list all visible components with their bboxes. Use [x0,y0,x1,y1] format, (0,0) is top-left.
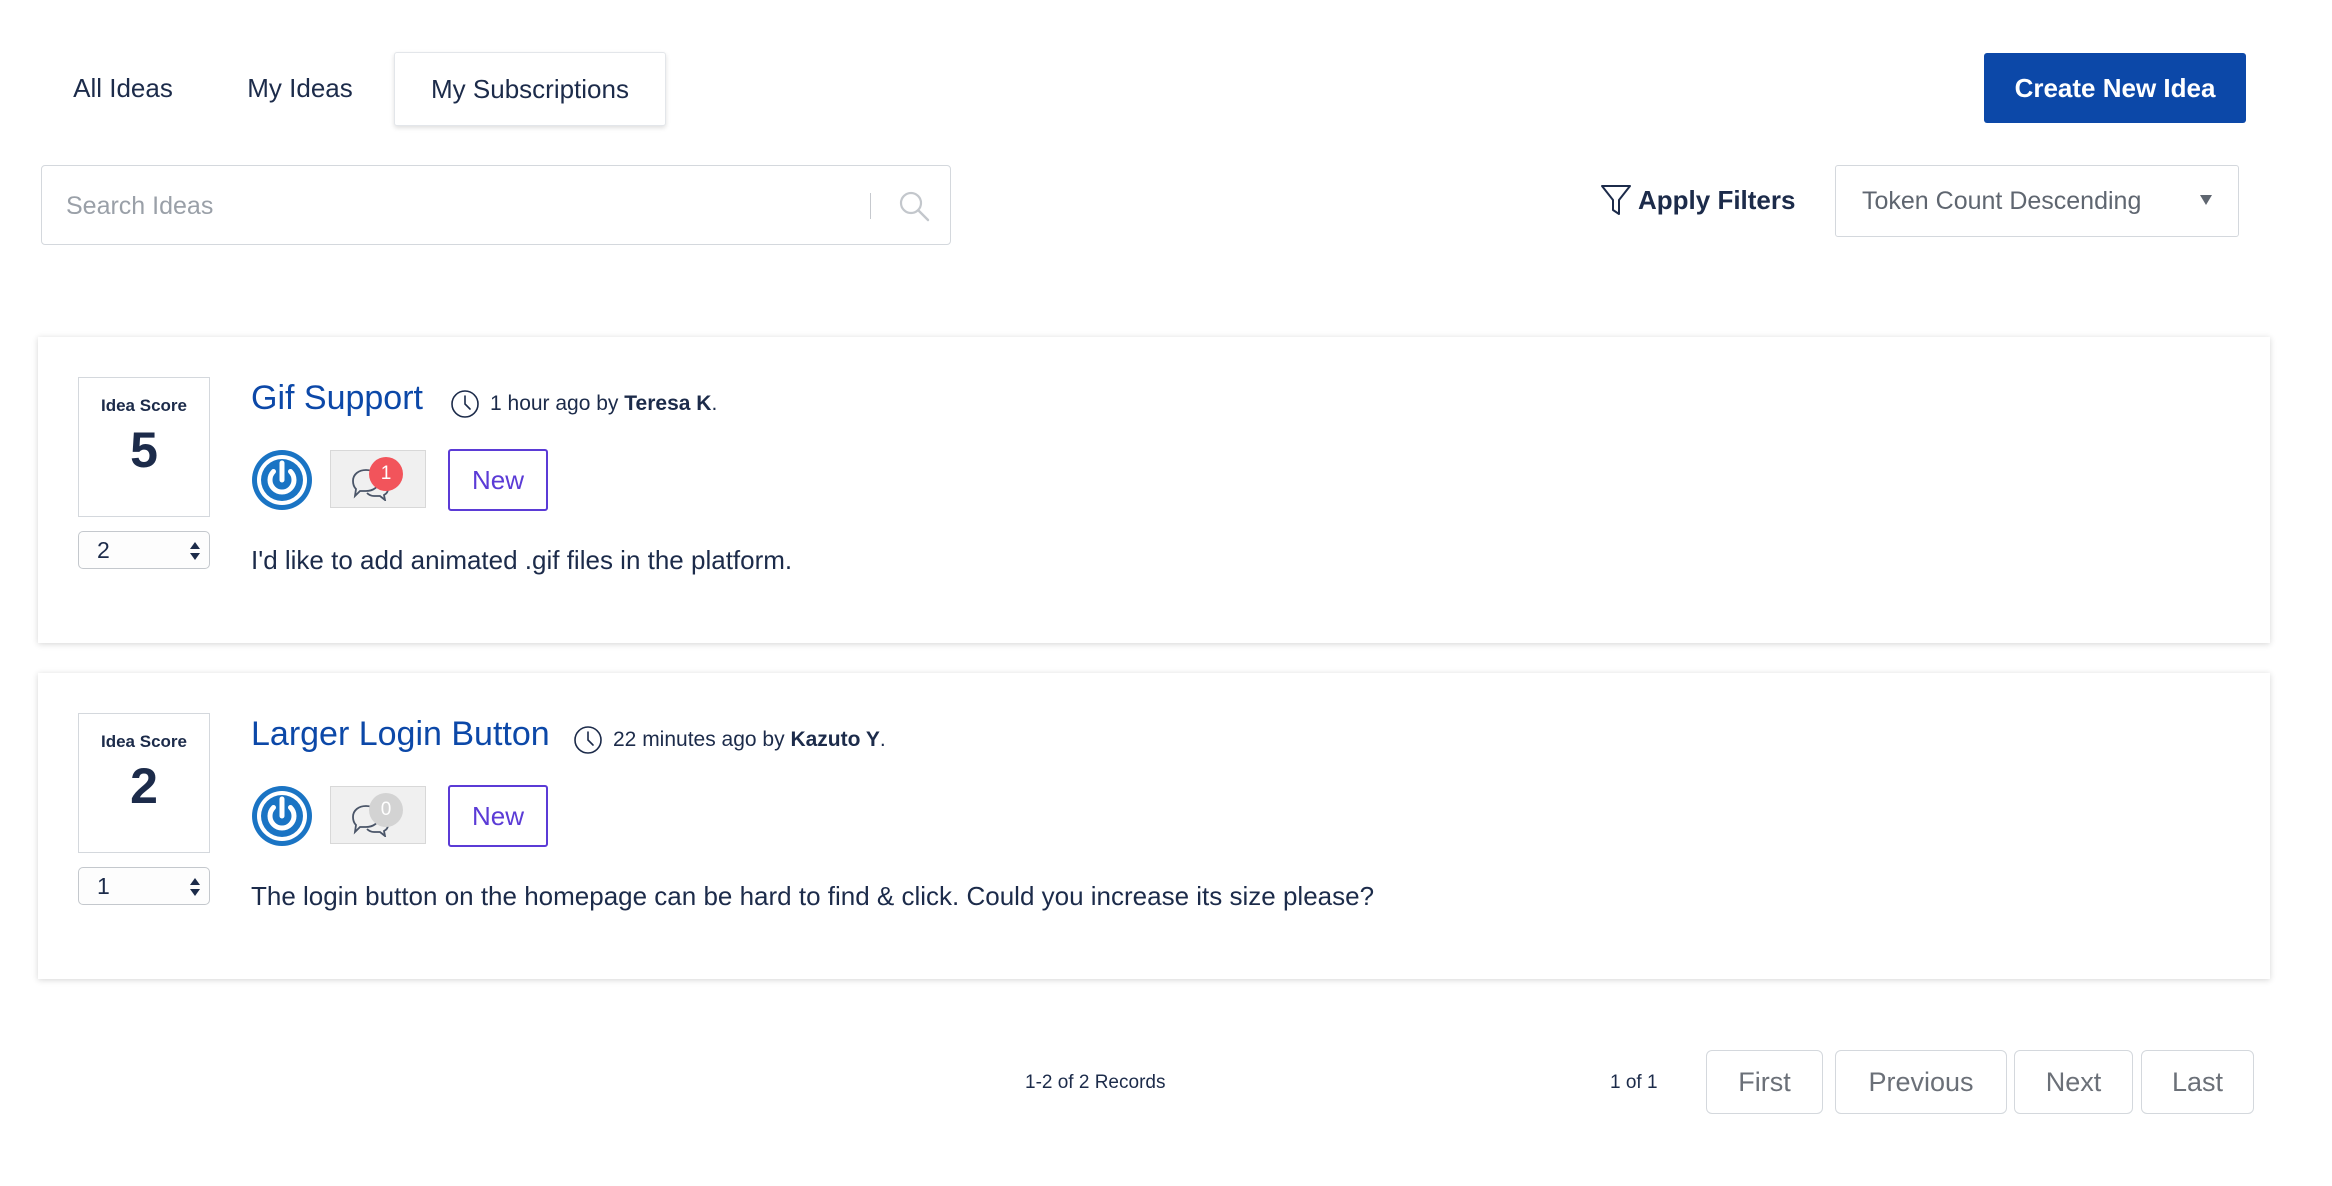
idea-card: Idea Score 5 2 Gif Support 1 hour ago by… [38,337,2270,643]
first-page-button[interactable]: First [1706,1050,1823,1114]
records-count: 1-2 of 2 Records [1025,1072,1166,1093]
idea-author[interactable]: Teresa K [624,392,711,416]
idea-author[interactable]: Kazuto Y [790,728,879,752]
search-icon[interactable] [896,188,932,224]
power-avatar-icon[interactable] [251,449,313,511]
comments-button[interactable]: 0 [330,786,426,844]
search-box [41,165,951,246]
idea-description: I'd like to add animated .gif files in t… [251,545,793,575]
idea-time: 1 hour ago by [490,392,619,415]
comment-count-badge: 0 [369,793,403,827]
select-arrows-icon [190,542,200,560]
idea-title[interactable]: Gif Support [251,379,423,418]
comments-button[interactable]: 1 [330,450,426,508]
previous-page-button[interactable]: Previous [1835,1050,2007,1114]
sort-selected-value: Token Count Descending [1862,187,2142,215]
search-input[interactable] [64,166,888,246]
clock-icon [451,390,479,418]
tab-my-subscriptions[interactable]: My Subscriptions [394,52,666,126]
apply-filters-button[interactable]: Apply Filters [1600,176,1795,224]
idea-score-box: Idea Score 2 [78,713,210,853]
comment-count-badge: 1 [369,457,403,491]
idea-description: The login button on the homepage can be … [251,881,1375,911]
vote-select[interactable]: 1 [78,867,210,905]
search-divider [870,193,871,219]
status-new-button[interactable]: New [448,785,548,847]
clock-icon [574,726,602,754]
filter-icon [1601,185,1631,215]
next-page-button[interactable]: Next [2014,1050,2133,1114]
vote-select-value: 1 [97,873,110,899]
sort-select[interactable]: Token Count Descending [1835,165,2239,237]
vote-select[interactable]: 2 [78,531,210,569]
create-new-idea-button[interactable]: Create New Idea [1984,53,2246,123]
status-new-button[interactable]: New [448,449,548,511]
idea-card: Idea Score 2 1 Larger Login Button 22 mi… [38,673,2270,979]
vote-select-value: 2 [97,537,110,563]
idea-score-value: 2 [130,758,158,814]
apply-filters-label: Apply Filters [1638,184,1796,215]
idea-meta: 22 minutes ago by Kazuto Y. [573,725,886,755]
idea-score-label: Idea Score [101,396,187,415]
idea-title[interactable]: Larger Login Button [251,715,550,754]
idea-meta: 1 hour ago by Teresa K. [450,389,717,419]
last-page-button[interactable]: Last [2141,1050,2254,1114]
idea-score-value: 5 [130,422,158,478]
idea-time: 22 minutes ago by [613,728,785,751]
page-indicator: 1 of 1 [1610,1072,1658,1093]
idea-score-box: Idea Score 5 [78,377,210,517]
power-avatar-icon[interactable] [251,785,313,847]
idea-score-label: Idea Score [101,732,187,751]
chevron-down-icon [2200,195,2212,205]
tab-my-ideas[interactable]: My Ideas [228,52,372,124]
select-arrows-icon [190,878,200,896]
tab-all-ideas[interactable]: All Ideas [52,52,194,124]
